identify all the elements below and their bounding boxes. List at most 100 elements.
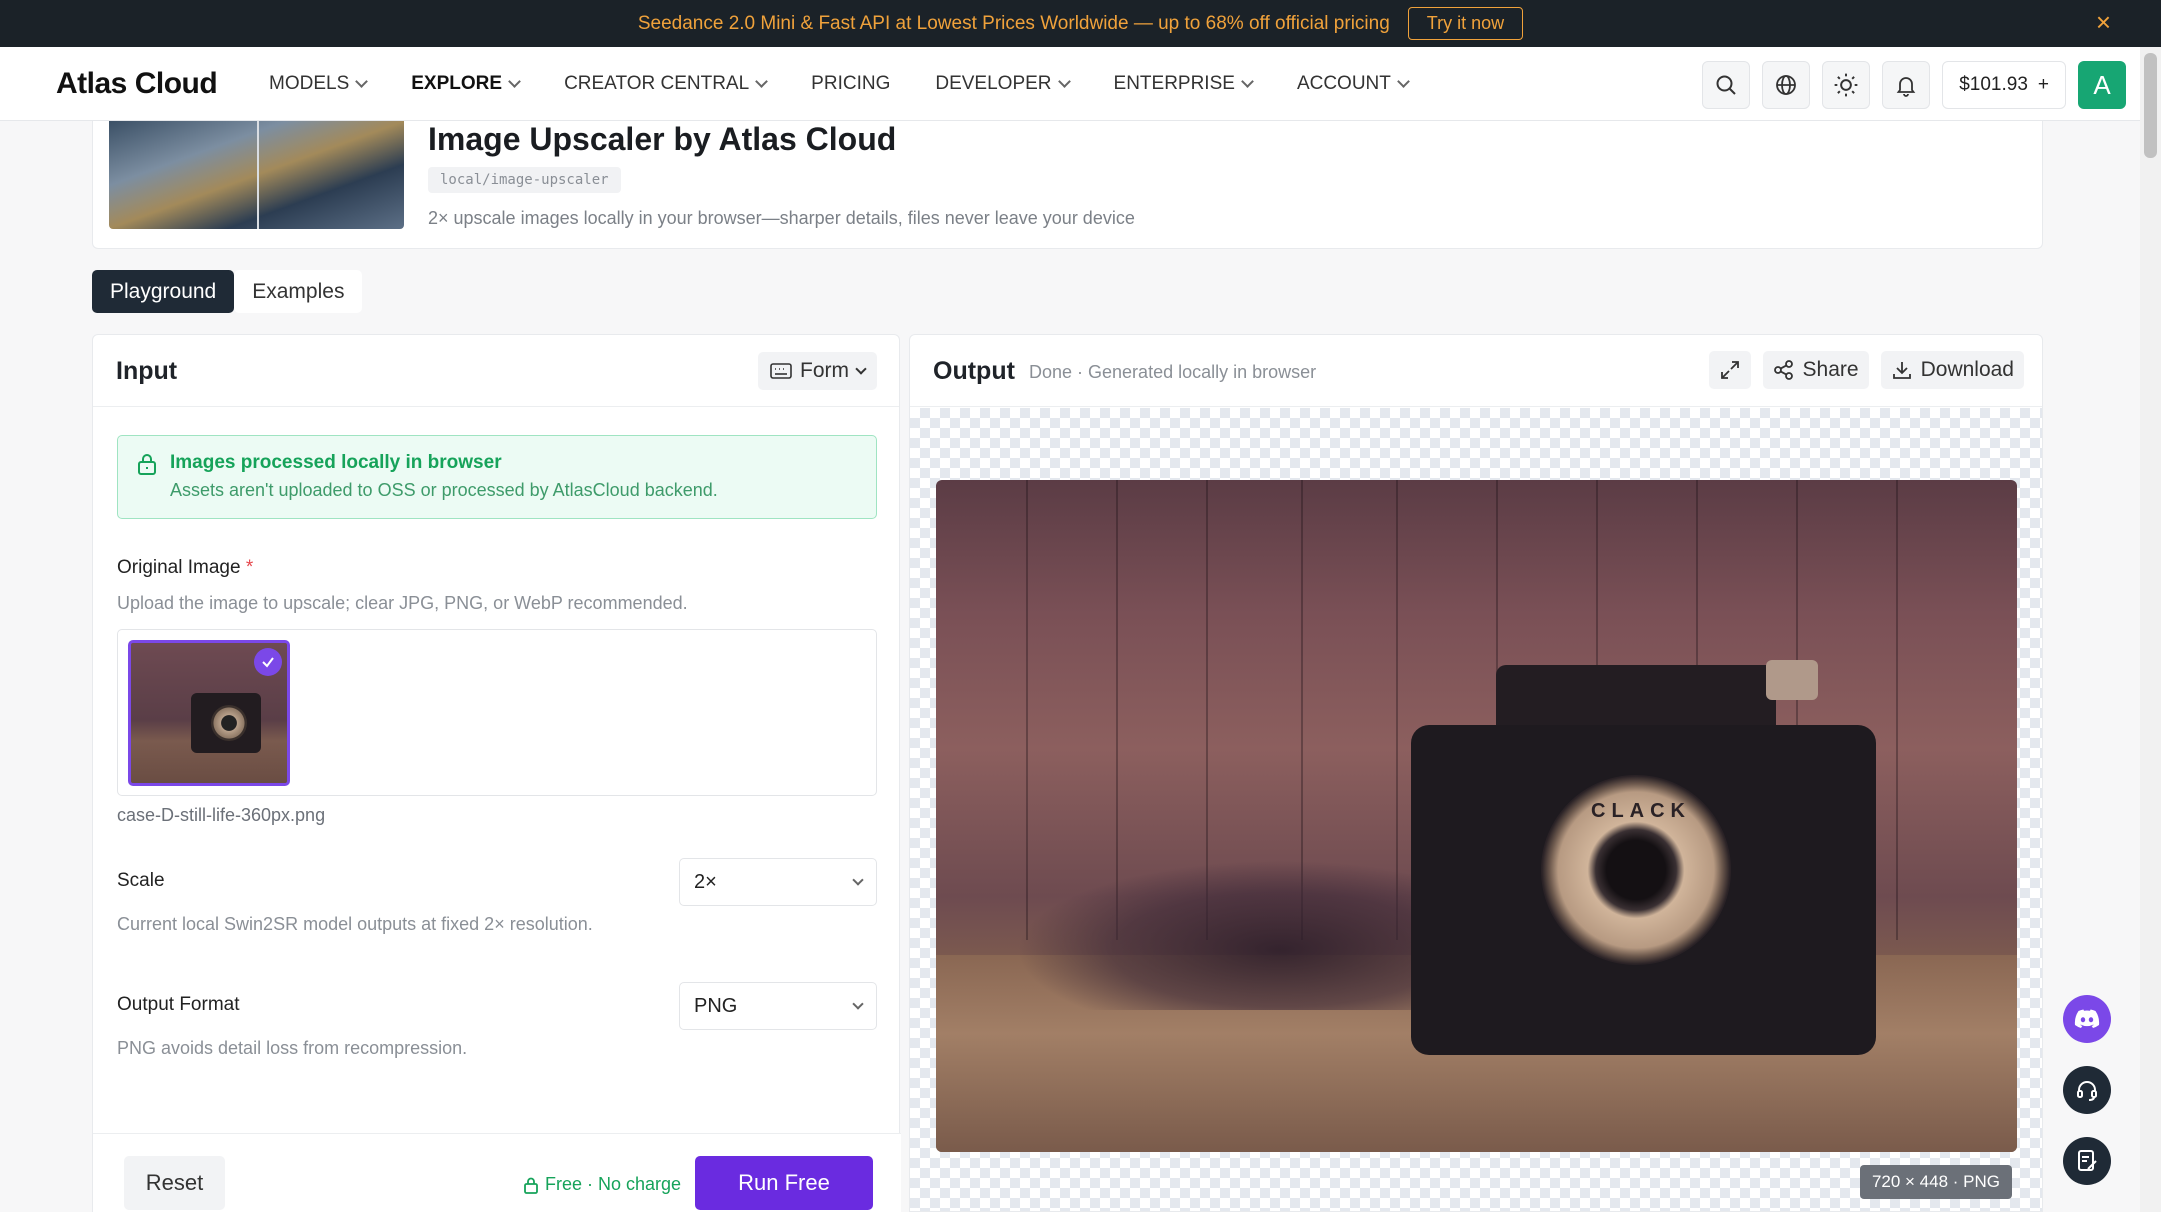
menu-pricing-label: PRICING [811,73,891,94]
scale-value: 2× [694,870,717,893]
download-button[interactable]: Download [1880,351,2024,389]
lock-icon [138,454,156,475]
share-button[interactable]: Share [1762,351,1869,389]
model-thumbnail [109,121,404,229]
discord-button[interactable] [2063,995,2111,1043]
try-it-now-button[interactable]: Try it now [1407,7,1524,40]
required-mark: * [245,557,254,578]
reset-button[interactable]: Reset [124,1156,225,1210]
feedback-icon [2078,1150,2097,1171]
camera-knob [1766,660,1818,700]
selected-check-badge [254,648,282,676]
scale-select[interactable]: 2× [679,858,877,906]
output-format-select[interactable]: PNG [679,982,877,1030]
model-header-card: Image Upscaler by Atlas Cloud local/imag… [92,121,2043,249]
tab-playground[interactable]: Playground [92,270,235,313]
menu-models[interactable]: MODELS [269,73,369,95]
output-panel-header: Output Done · Generated locally in brows… [910,335,2042,407]
output-format-value: PNG [694,994,738,1017]
free-note-text: Free · No charge [545,1174,682,1194]
menu-account-label: ACCOUNT [1296,73,1391,94]
close-icon[interactable]: × [2096,9,2111,35]
chevron-down-icon [755,75,769,88]
check-icon [262,657,274,668]
image-upload-area[interactable] [117,629,877,796]
search-icon [1716,75,1736,95]
output-actions: Share Download [1708,351,2024,389]
chevron-down-icon [1397,75,1410,88]
bell-icon [1896,77,1916,97]
input-panel-header: Input Form [93,335,899,407]
free-note: Free · No charge [523,1174,681,1195]
fullscreen-button[interactable] [1708,351,1751,389]
promo-banner: Seedance 2.0 Mini & Fast API at Lowest P… [0,0,2161,47]
chevron-down-icon [1057,75,1071,88]
wood-plank-line [1896,480,1898,940]
chevron-down-icon [855,362,867,375]
chevron-down-icon [1241,75,1254,88]
sun-icon [1834,73,1858,97]
menu-developer[interactable]: DEVELOPER [935,73,1071,95]
model-description: 2× upscale images locally in your browse… [428,208,1135,228]
scrollbar-thumb[interactable] [2144,53,2157,158]
uploaded-filename: case-D-still-life-360px.png [117,805,326,825]
chevron-down-icon [355,75,369,88]
run-free-button[interactable]: Run Free [695,1156,873,1210]
menu-creator-central[interactable]: CREATOR CENTRAL [564,73,769,95]
menu-creator-central-label: CREATOR CENTRAL [564,73,750,94]
original-image-label: Original Image * [117,557,253,579]
thumbnail-divider [257,121,259,229]
menu-account[interactable]: ACCOUNT [1296,73,1410,95]
image-dimensions-badge: 720 × 448 · PNG [1859,1165,2012,1199]
local-processing-notice: Images processed locally in browser Asse… [117,435,877,519]
globe-icon [1776,75,1797,95]
chevron-down-icon [852,873,864,886]
search-button[interactable] [1702,61,1751,109]
scale-label: Scale [117,870,165,891]
theme-toggle-button[interactable] [1822,61,1871,109]
download-label: Download [1920,358,2014,381]
share-label: Share [1802,358,1859,381]
output-canvas: CLACK 720 × 448 · PNG [910,408,2042,1211]
form-mode-label: Form [800,359,849,382]
scale-hint: Current local Swin2SR model outputs at f… [117,914,593,934]
upscaled-image[interactable]: CLACK [936,480,2017,1152]
model-slug: local/image-upscaler [428,167,621,193]
share-icon [1773,360,1793,380]
language-button[interactable] [1762,61,1811,109]
notifications-button[interactable] [1882,61,1931,109]
menu-developer-label: DEVELOPER [935,73,1052,94]
output-format-label: Output Format [117,994,240,1015]
camera-brand-text: CLACK [1591,800,1691,822]
keyboard-icon [770,363,792,379]
expand-icon [1720,361,1739,379]
output-format-hint: PNG avoids detail loss from recompressio… [117,1038,468,1058]
menu-explore[interactable]: EXPLORE [411,73,521,95]
menu-pricing[interactable]: PRICING [811,73,890,95]
avatar[interactable]: A [2078,61,2126,109]
main-menu: MODELS EXPLORE CREATOR CENTRAL PRICING D… [269,47,1453,121]
output-title: Output [933,357,1015,385]
input-panel-footer: Reset Free · No charge Run Free [93,1133,901,1212]
headset-icon [2077,1081,2097,1101]
uploaded-image-thumbnail[interactable] [128,640,290,786]
logo[interactable]: Atlas Cloud [56,67,218,101]
download-icon [1892,362,1911,379]
lavender-plant [1016,860,1456,1010]
add-funds-icon: + [2037,74,2049,95]
tab-examples[interactable]: Examples [234,270,363,313]
feedback-button[interactable] [2063,1137,2111,1185]
menu-explore-label: EXPLORE [411,73,503,94]
original-image-hint: Upload the image to upscale; clear JPG, … [117,593,688,613]
support-button[interactable] [2063,1066,2111,1114]
menu-enterprise[interactable]: ENTERPRISE [1114,73,1254,95]
page-scrollbar[interactable] [2140,47,2161,1212]
notice-description: Assets aren't uploaded to OSS or process… [170,480,718,500]
promo-text: Seedance 2.0 Mini & Fast API at Lowest P… [637,12,1390,34]
original-image-label-text: Original Image [117,557,241,578]
thumbnail-lens-shape [211,705,247,741]
input-panel: Input Form Images processed locally in b… [92,334,901,1212]
form-mode-dropdown[interactable]: Form [758,352,877,390]
balance-button[interactable]: $101.93 + [1942,61,2066,109]
balance-amount: $101.93 [1959,74,2028,95]
